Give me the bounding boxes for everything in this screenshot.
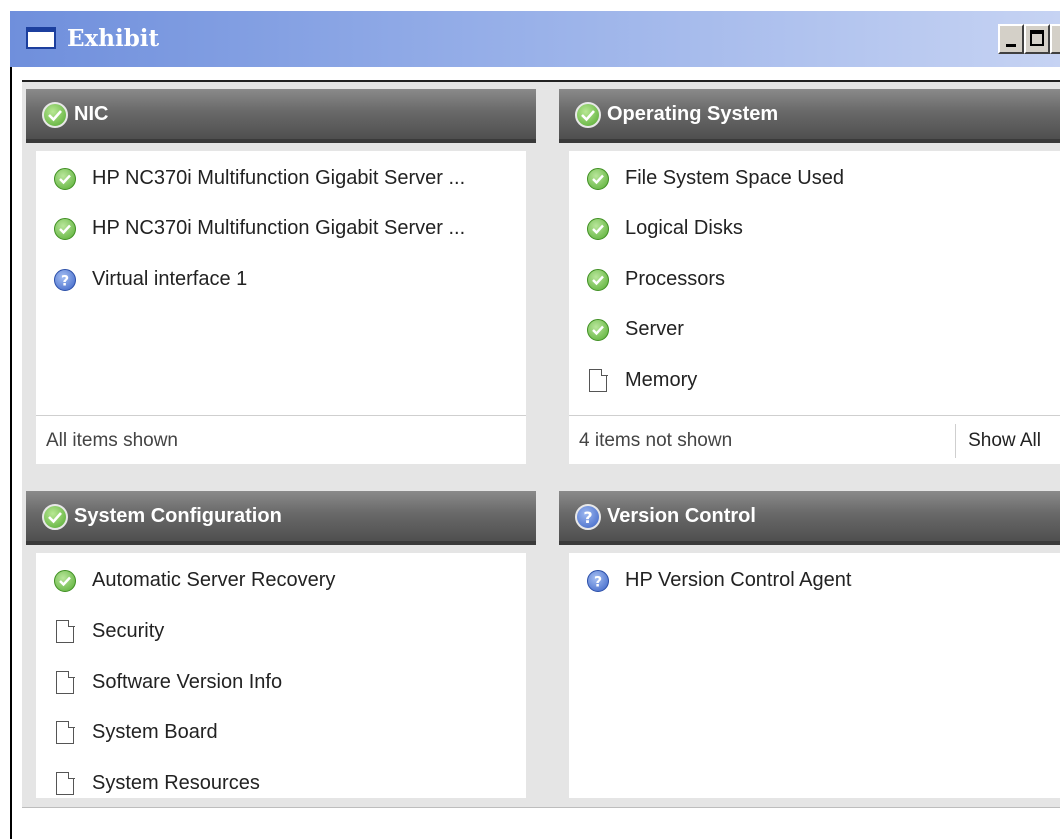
bottom-bar [22, 807, 1060, 840]
nic-panel: NIC HP NC370i Multifunction Gigabit Serv… [26, 89, 536, 464]
ok-status-icon [587, 319, 609, 341]
ok-status-icon [42, 102, 68, 128]
list-item-label: HP NC370i Multifunction Gigabit Server .… [92, 167, 466, 189]
list-item-label: Logical Disks [625, 217, 743, 239]
document-icon [56, 619, 75, 643]
os-panel-header[interactable]: Operating System [559, 89, 1060, 143]
svg-text:?: ? [61, 274, 69, 290]
list-item-label: Security [92, 620, 165, 642]
document-icon [589, 368, 608, 392]
unknown-status-icon: ? [54, 269, 76, 291]
version-panel-title: Version Control [607, 505, 756, 527]
syscfg-panel-title: System Configuration [74, 505, 282, 527]
list-item-label: Automatic Server Recovery [92, 569, 336, 591]
list-item-label: Software Version Info [92, 671, 283, 693]
version-panel-body: ? HP Version Control Agent [569, 553, 1060, 798]
document-icon [56, 720, 75, 744]
list-item-label: Processors [625, 268, 726, 290]
list-item-label: File System Space Used [625, 167, 844, 189]
os-panel-body: File System Space Used Logical Disks Pro… [569, 151, 1060, 464]
nic-panel-header[interactable]: NIC [26, 89, 536, 143]
svg-text:?: ? [594, 575, 602, 591]
syscfg-panel-header[interactable]: System Configuration [26, 491, 536, 545]
ok-status-icon [54, 218, 76, 240]
svg-text:?: ? [583, 508, 592, 527]
list-item-label: System Board [92, 721, 218, 743]
unknown-status-icon: ? [575, 504, 601, 530]
window-title: Exhibit [67, 25, 160, 52]
ok-status-icon [42, 504, 68, 530]
ok-status-icon [587, 218, 609, 240]
ok-status-icon [575, 102, 601, 128]
document-icon [56, 670, 75, 694]
unknown-status-icon: ? [587, 570, 609, 592]
ok-status-icon [54, 570, 76, 592]
nic-panel-body: HP NC370i Multifunction Gigabit Server .… [36, 151, 526, 464]
list-item-label: HP Version Control Agent [625, 569, 852, 591]
list-item-label: HP NC370i Multifunction Gigabit Server .… [92, 217, 466, 239]
list-item-label: Memory [625, 369, 698, 391]
window-title-bar: Exhibit [10, 11, 1060, 67]
show-all-link[interactable]: Show All [955, 424, 1049, 458]
list-item-label: Virtual interface 1 [92, 268, 248, 290]
ok-status-icon [587, 168, 609, 190]
close-button[interactable] [1050, 24, 1060, 54]
list-item-label: System Resources [92, 772, 260, 794]
version-panel: ? Version Control ? HP Version Control A… [559, 491, 1060, 798]
ok-status-icon [54, 168, 76, 190]
nic-panel-footer: All items shown [36, 415, 526, 464]
maximize-button[interactable] [1024, 24, 1050, 54]
document-icon [56, 771, 75, 795]
version-panel-header[interactable]: ? Version Control [559, 491, 1060, 545]
window-icon [26, 27, 56, 49]
minimize-button[interactable] [998, 24, 1024, 54]
os-panel-title: Operating System [607, 103, 779, 125]
os-panel-footer: 4 items not shown Show All [569, 415, 1060, 464]
syscfg-panel-body: Automatic Server Recovery Security Softw… [36, 553, 526, 798]
os-panel: Operating System File System Space Used … [559, 89, 1060, 464]
items-shown-text: All items shown [46, 430, 178, 451]
nic-panel-title: NIC [74, 103, 109, 125]
items-not-shown-text: 4 items not shown [579, 430, 733, 451]
ok-status-icon [587, 269, 609, 291]
syscfg-panel: System Configuration Automatic Server Re… [26, 491, 536, 798]
list-item-label: Server [625, 318, 684, 340]
